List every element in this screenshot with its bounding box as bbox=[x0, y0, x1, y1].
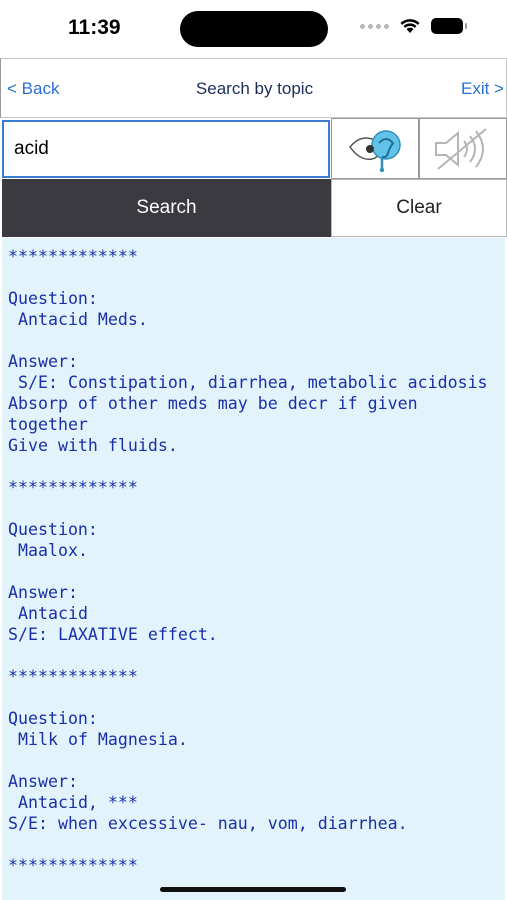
speaker-muted-icon bbox=[435, 128, 487, 170]
action-row: Search Clear bbox=[0, 179, 507, 237]
dynamic-island bbox=[180, 11, 328, 47]
results-panel[interactable]: ************* Question: Antacid Meds. An… bbox=[2, 238, 505, 900]
wifi-icon bbox=[400, 19, 420, 33]
results-text: ************* Question: Antacid Meds. An… bbox=[8, 247, 488, 875]
clear-button[interactable]: Clear bbox=[331, 179, 507, 237]
status-time: 11:39 bbox=[68, 16, 121, 39]
listen-button[interactable] bbox=[331, 118, 419, 179]
ear-listen-icon bbox=[349, 130, 401, 173]
back-button[interactable]: < Back bbox=[7, 79, 59, 99]
battery-icon bbox=[431, 18, 467, 34]
search-row bbox=[0, 118, 507, 179]
exit-button[interactable]: Exit > bbox=[461, 79, 504, 99]
status-icons bbox=[360, 18, 467, 34]
navigation-bar: Search by topic < Back Exit > bbox=[0, 58, 507, 118]
cellular-signal-icon bbox=[360, 23, 389, 29]
status-bar: 11:39 bbox=[0, 0, 507, 58]
home-indicator[interactable] bbox=[160, 887, 346, 892]
page-title: Search by topic bbox=[195, 79, 314, 98]
search-button[interactable]: Search bbox=[2, 179, 331, 237]
search-input[interactable] bbox=[2, 120, 330, 178]
mute-button[interactable] bbox=[419, 118, 507, 179]
